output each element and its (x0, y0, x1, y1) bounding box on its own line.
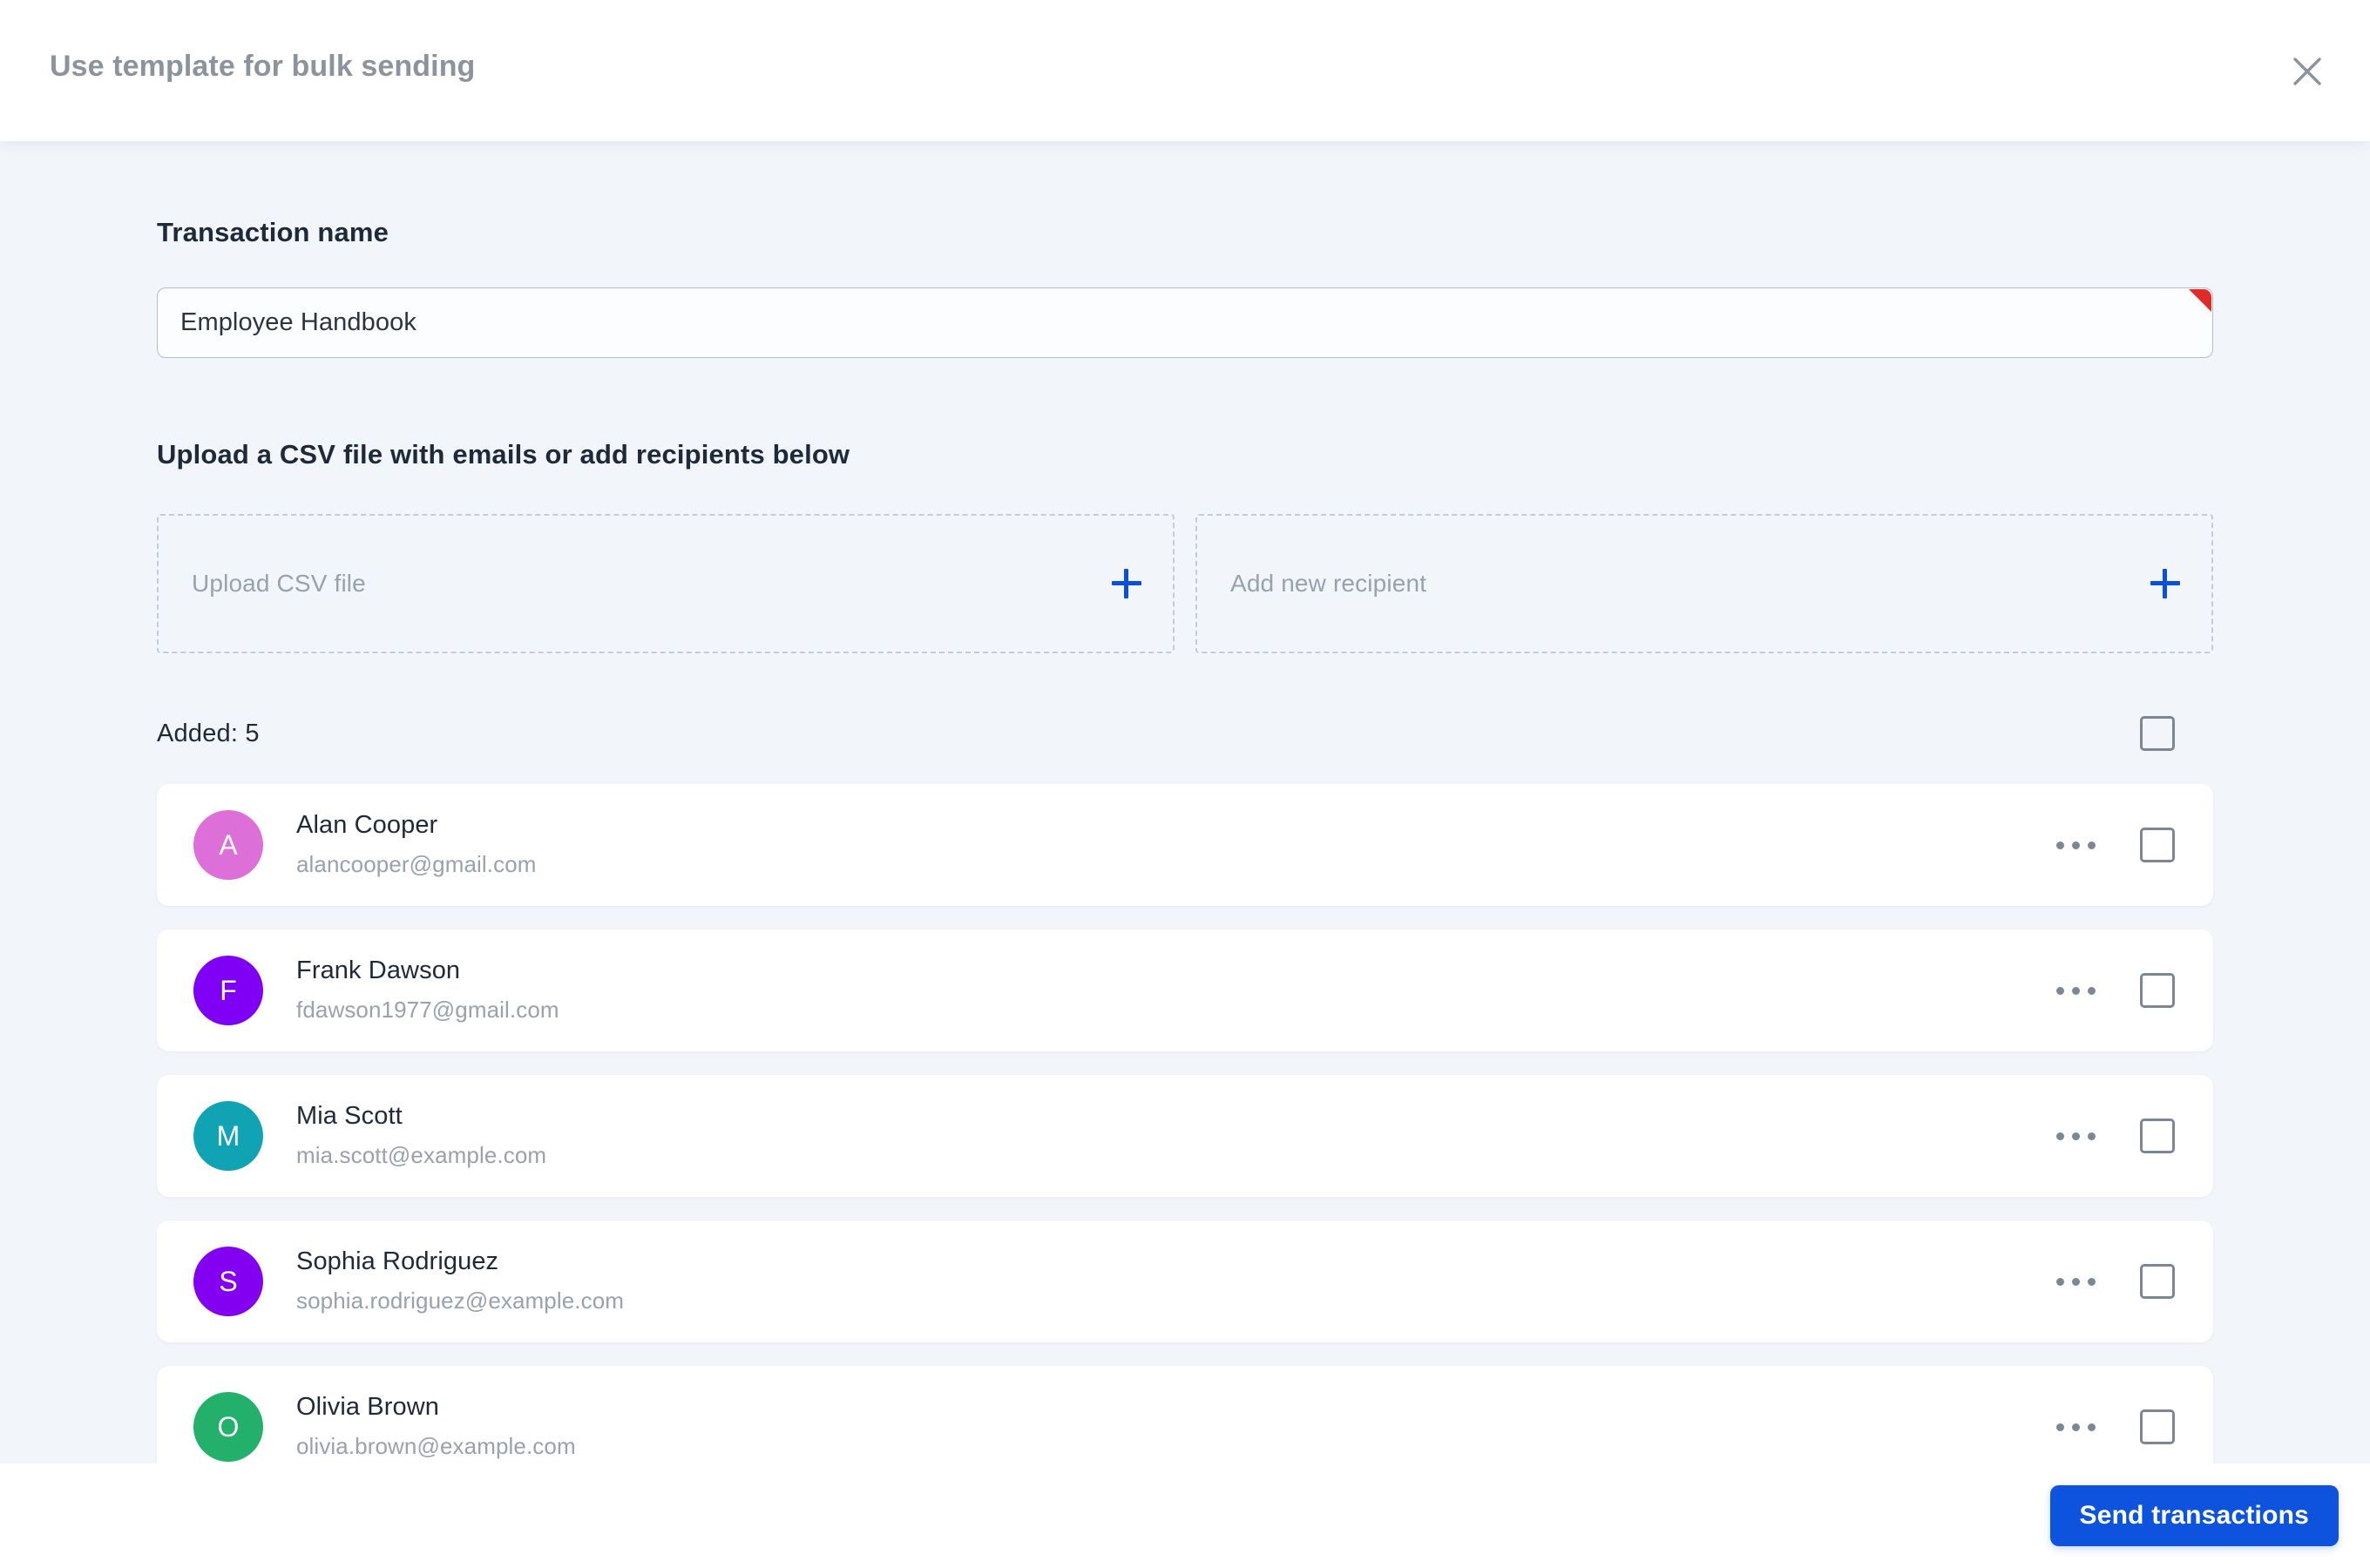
recipient-info: Mia Scott mia.scott@example.com (296, 1099, 2049, 1173)
avatar: F (193, 956, 263, 1025)
row-actions (2049, 973, 2175, 1008)
recipient-row[interactable]: S Sophia Rodriguez sophia.rodriguez@exampl… (157, 1220, 2213, 1342)
avatar: S (193, 1247, 263, 1316)
transaction-name-input[interactable] (157, 287, 2213, 358)
recipient-name: Alan Cooper (296, 811, 438, 840)
recipient-info: Sophia Rodriguez sophia.rodriguez@example… (296, 1245, 2049, 1318)
recipient-name: Frank Dawson (296, 956, 461, 985)
recipient-row[interactable]: A Alan Cooper alancooper@gmail.com (157, 784, 2213, 906)
add-recipient-label: Add new recipient (1230, 570, 1427, 597)
recipient-email: alancooper@gmail.com (296, 851, 537, 878)
recipient-name: Sophia Rodriguez (296, 1247, 499, 1276)
modal-header: Use template for bulk sending (0, 0, 2370, 141)
recipient-info: Olivia Brown olivia.brown@example.com (296, 1390, 2049, 1463)
transaction-name-field (157, 287, 2213, 358)
close-icon (2293, 57, 2321, 85)
added-count-row: Added: 5 (157, 714, 2213, 753)
avatar: O (193, 1392, 263, 1462)
recipient-checkbox[interactable] (2140, 1119, 2175, 1153)
recipient-email: mia.scott@example.com (296, 1142, 547, 1169)
upload-csv-dropzone[interactable]: Upload CSV file (157, 514, 1175, 653)
avatar: M (193, 1101, 263, 1171)
transaction-name-label: Transaction name (157, 217, 389, 247)
recipient-list: A Alan Cooper alancooper@gmail.com F Frank D… (157, 784, 2213, 1463)
avatar: A (193, 810, 263, 880)
add-recipient-dropzone[interactable]: Add new recipient (1195, 514, 2213, 653)
row-actions (2049, 1264, 2175, 1299)
recipient-checkbox[interactable] (2140, 1264, 2175, 1299)
row-actions (2049, 1409, 2175, 1444)
plus-icon (1112, 569, 1141, 598)
row-actions (2049, 1119, 2175, 1153)
recipient-info: Frank Dawson fdawson1977@gmail.com (296, 954, 2049, 1027)
recipient-info: Alan Cooper alancooper@gmail.com (296, 808, 2049, 882)
recipient-row[interactable]: F Frank Dawson fdawson1977@gmail.com (157, 929, 2213, 1051)
modal-body[interactable]: Transaction name Upload a CSV file with … (0, 141, 2370, 1463)
row-actions (2049, 828, 2175, 862)
dropzone-row: Upload CSV file Add new recipient (157, 514, 2213, 653)
modal-footer: Send transactions (0, 1463, 2370, 1568)
plus-icon (2150, 569, 2180, 598)
bulk-sending-modal: Use template for bulk sending Transactio… (0, 0, 2370, 1568)
upload-csv-label: Upload CSV file (192, 570, 366, 597)
recipient-email: olivia.brown@example.com (296, 1433, 576, 1460)
added-count-label: Added: 5 (157, 719, 260, 747)
close-button[interactable] (2276, 40, 2339, 103)
select-all-checkbox[interactable] (2140, 716, 2175, 751)
recipient-name: Mia Scott (296, 1102, 403, 1131)
recipient-row[interactable]: M Mia Scott mia.scott@example.com (157, 1075, 2213, 1197)
more-options-icon[interactable] (2049, 828, 2102, 862)
more-options-icon[interactable] (2049, 1264, 2102, 1299)
recipient-email: fdawson1977@gmail.com (296, 997, 559, 1024)
recipient-checkbox[interactable] (2140, 973, 2175, 1008)
upload-section-label: Upload a CSV file with emails or add rec… (157, 439, 850, 470)
recipient-checkbox[interactable] (2140, 828, 2175, 862)
recipient-email: sophia.rodriguez@example.com (296, 1288, 625, 1315)
more-options-icon[interactable] (2049, 1409, 2102, 1444)
recipient-name: Olivia Brown (296, 1393, 439, 1422)
more-options-icon[interactable] (2049, 1119, 2102, 1153)
recipient-row[interactable]: O Olivia Brown olivia.brown@example.com (157, 1366, 2213, 1463)
more-options-icon[interactable] (2049, 973, 2102, 1008)
send-transactions-button[interactable]: Send transactions (2049, 1485, 2339, 1546)
recipient-checkbox[interactable] (2140, 1409, 2175, 1444)
page-title: Use template for bulk sending (50, 50, 476, 83)
